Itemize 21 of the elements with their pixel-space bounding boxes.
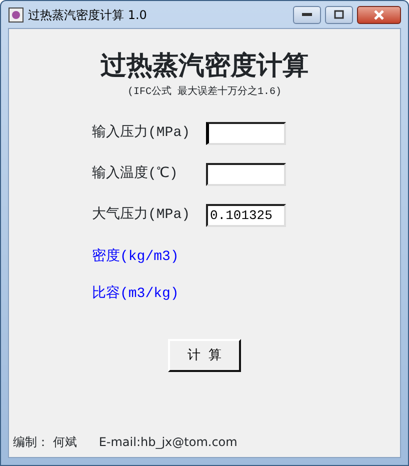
minimize-icon bbox=[302, 12, 312, 16]
input-field[interactable] bbox=[206, 122, 286, 145]
email-label: E-mail:hb_jx@tom.com bbox=[98, 434, 238, 451]
minimize-button[interactable] bbox=[293, 6, 321, 24]
author-label: 编制： 何斌 bbox=[13, 434, 77, 451]
maximize-icon bbox=[334, 10, 344, 19]
close-button[interactable] bbox=[357, 6, 401, 24]
result-label: 密度(kg/m3) bbox=[92, 247, 179, 267]
input-field[interactable]: 0.101325 bbox=[206, 204, 286, 227]
result-label: 比容(m3/kg) bbox=[92, 284, 179, 304]
app-icon bbox=[8, 6, 24, 22]
field-label: 输入压力(MPa) bbox=[92, 124, 192, 143]
heading: 过热蒸汽密度计算 bbox=[100, 53, 308, 79]
maximize-button[interactable] bbox=[325, 6, 353, 24]
subtitle: (IFC公式 最大误差十万分之1.6) bbox=[127, 85, 282, 100]
field-label: 输入温度(℃) bbox=[92, 164, 179, 184]
calculate-button[interactable]: 计 算 bbox=[168, 339, 241, 372]
input-field[interactable] bbox=[206, 163, 286, 186]
close-icon bbox=[373, 10, 385, 20]
field-label: 大气压力(MPa) bbox=[92, 206, 192, 225]
window-title: 过热蒸汽密度计算 1.0 bbox=[28, 6, 148, 24]
